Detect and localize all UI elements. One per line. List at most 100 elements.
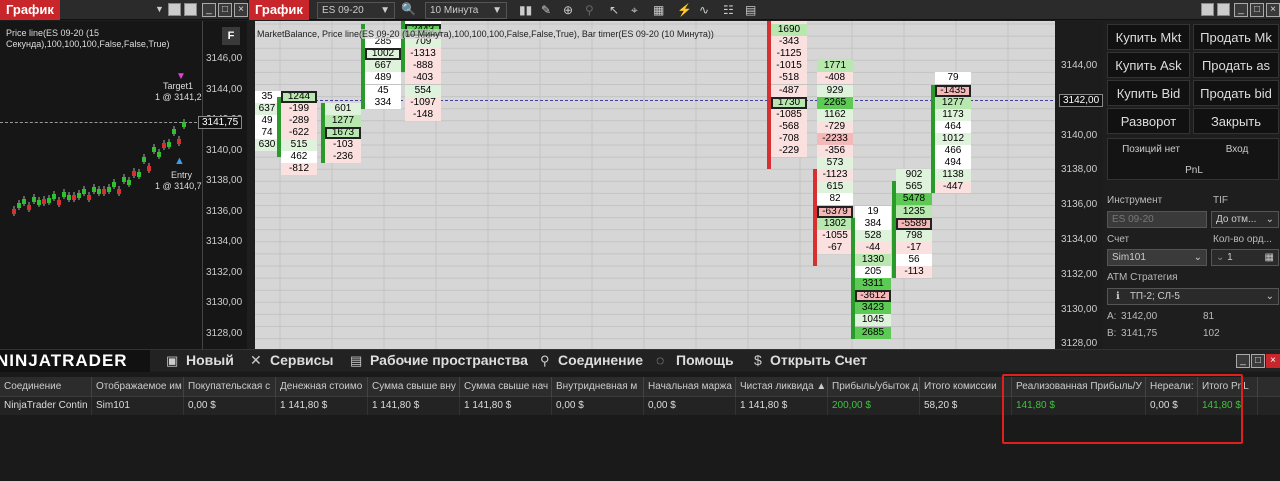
minimize-icon[interactable]: _ [202, 3, 216, 17]
bars-icon[interactable]: ▮▮ [519, 3, 532, 17]
column-header[interactable]: Чистая ликвида ▲ [736, 377, 828, 397]
close-icon[interactable]: × [234, 3, 248, 17]
window-control-icon[interactable] [1201, 3, 1214, 16]
window-control-icon[interactable] [184, 3, 197, 16]
column-header[interactable]: Соединение [0, 377, 92, 397]
left-window-title[interactable]: График [0, 0, 60, 20]
reverse-button[interactable]: Разворот [1107, 108, 1190, 134]
column-header[interactable]: Прибыль/убыток д [828, 377, 920, 397]
window-control-icon[interactable] [1217, 3, 1230, 16]
candle [27, 205, 31, 210]
atm-select[interactable]: ℹ ТП-2; СЛ-5 ⌄ [1107, 288, 1279, 305]
footprint-cell: 3423 [855, 302, 891, 315]
footprint-cell: -199 [281, 102, 317, 115]
footprint-cell: -148 [405, 108, 441, 121]
maximize-icon[interactable]: □ [1251, 354, 1265, 368]
footprint-cell: -568 [771, 120, 807, 133]
close-icon[interactable]: × [1266, 354, 1280, 368]
zoom-icon[interactable]: ⊕ [563, 3, 573, 17]
indicators-icon[interactable]: ▤ [745, 3, 756, 17]
interval-selector[interactable]: 10 Минута ▼ [425, 2, 507, 19]
footprint-cell: 1045 [855, 314, 891, 327]
column-header[interactable]: Начальная маржа [644, 377, 736, 397]
buy-bid-button[interactable]: Купить Bid [1107, 80, 1190, 106]
column-header[interactable]: Сумма свыше вну [368, 377, 460, 397]
dropdown-arrow-icon[interactable]: ▼ [155, 4, 164, 14]
close-position-button[interactable]: Закрыть [1193, 108, 1279, 134]
menu-connections[interactable]: Соединение [558, 352, 643, 368]
maximize-icon[interactable]: □ [1250, 3, 1264, 17]
menu-tools[interactable]: Сервисы [270, 352, 333, 368]
candle [142, 157, 146, 162]
footprint-cell: -403 [405, 72, 441, 85]
tif-select[interactable]: До отм... ⌄ [1211, 211, 1279, 228]
main-chart[interactable]: 35 637 49 74 630 1244 -199 -289 -622 515 462 -812 60… [255, 21, 1103, 349]
close-icon[interactable]: × [1266, 3, 1280, 17]
chevron-down-icon: ⌄ [1193, 252, 1202, 263]
search-icon[interactable]: ⚲ [585, 3, 594, 17]
strategy-icon[interactable]: ⚡ [677, 3, 692, 17]
window-control-icon[interactable] [168, 3, 181, 16]
chevron-down-icon: ⌄ [1265, 291, 1274, 302]
column-header[interactable]: Сумма свыше нач [460, 377, 552, 397]
footprint-cell: -888 [405, 60, 441, 73]
footprint-cell: -408 [817, 72, 853, 85]
column-header[interactable]: Внутридневная м [552, 377, 644, 397]
instrument-select[interactable]: ES 09-20 [1107, 211, 1207, 228]
footprint-cell: 667 [365, 60, 401, 73]
candle [82, 189, 86, 194]
column-header[interactable]: Покупательская с [184, 377, 276, 397]
pencil-icon[interactable]: ✎ [541, 3, 551, 17]
chevron-down-icon: ▼ [492, 5, 502, 16]
calculator-icon[interactable]: ▦ [1265, 252, 1274, 263]
new-icon: ▣ [166, 353, 179, 368]
minimize-icon[interactable]: _ [1236, 354, 1250, 368]
footprint-cell: 601 [325, 102, 361, 115]
menu-new[interactable]: Новый [186, 352, 234, 368]
minimize-icon[interactable]: _ [1234, 3, 1248, 17]
footprint-cell: 1330 [855, 253, 891, 266]
buy-ask-button[interactable]: Купить Ask [1107, 52, 1190, 78]
footprint-cell: 384 [855, 217, 891, 230]
info-icon[interactable]: ℹ [1116, 291, 1120, 302]
instrument-selector[interactable]: ES 09-20 ▼ [317, 2, 395, 19]
position-box: Позиций нет Вход PnL [1107, 138, 1279, 180]
candle [137, 172, 141, 177]
footprint-cell: 565 [896, 181, 932, 194]
column-header[interactable]: Отображаемое им [92, 377, 184, 397]
buy-market-button[interactable]: Купить Mkt [1107, 24, 1190, 50]
plug-icon: ⚲ [540, 353, 550, 368]
sell-bid-button[interactable]: Продать bid [1193, 80, 1279, 106]
footprint-cell: -1125 [771, 48, 807, 61]
crosshair-icon[interactable]: ⌖ [631, 3, 638, 18]
footprint-cell: -1123 [817, 169, 853, 182]
search-icon[interactable]: 🔍 [401, 2, 416, 16]
properties-icon[interactable]: ☷ [723, 3, 734, 17]
footprint-cell: 929 [817, 84, 853, 97]
qty-label: Кол-во орд... [1213, 234, 1272, 245]
main-window-title[interactable]: График [249, 0, 309, 20]
footprint-cell: -622 [281, 126, 317, 139]
quantity-stepper[interactable]: ⌄ 1 ▦ [1211, 249, 1279, 266]
left-chart[interactable]: Price line(ES 09-20 (15 Секунда),100,100… [0, 21, 247, 349]
sell-market-button[interactable]: Продать Mk [1193, 24, 1279, 50]
footprint-cell: 1730 [771, 96, 807, 109]
candle-body [851, 217, 855, 339]
table-cell: 1 141,80 $ [276, 397, 368, 415]
chart-trader-icon[interactable]: ∿ [699, 3, 709, 17]
account-select[interactable]: Sim101 ⌄ [1107, 249, 1207, 266]
grid-icon[interactable]: ▦ [653, 3, 664, 17]
menu-open-account[interactable]: Открыть Счет [770, 352, 867, 368]
cursor-icon[interactable]: ↖ [609, 3, 619, 17]
menu-workspaces[interactable]: Рабочие пространства [370, 352, 528, 368]
sell-ask-button[interactable]: Продать as [1193, 52, 1279, 78]
column-header[interactable]: Денежная стоимо [276, 377, 368, 397]
candle-body [813, 169, 817, 266]
left-f-button[interactable]: F [222, 27, 240, 45]
menu-help[interactable]: Помощь [676, 352, 734, 368]
candle [102, 189, 106, 194]
column-header[interactable]: Итого комиссии [920, 377, 1012, 397]
control-center-menubar: NINJATRADER ▣ Новый ✕ Сервисы ▤ Рабочие … [0, 349, 1280, 372]
left-axis-label: 3130,00 [206, 297, 243, 308]
maximize-icon[interactable]: □ [218, 3, 232, 17]
